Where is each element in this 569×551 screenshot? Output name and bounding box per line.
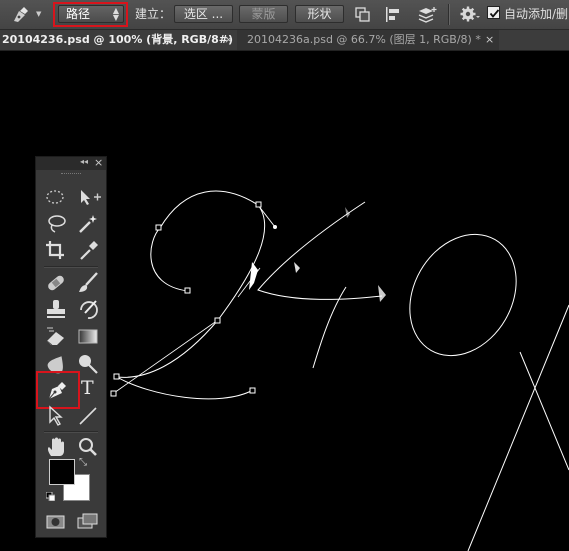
path-operations-icon[interactable]: [354, 6, 372, 23]
path-digit-1: [467, 304, 569, 551]
close-icon[interactable]: ×: [485, 30, 494, 50]
close-icon[interactable]: ×: [94, 156, 103, 169]
magic-wand-icon[interactable]: [75, 211, 103, 237]
tool-preset-arrow-icon[interactable]: ▼: [36, 10, 41, 18]
line-tool-icon[interactable]: [75, 403, 103, 429]
gradient-icon[interactable]: [75, 324, 103, 350]
hand-tool-icon[interactable]: [43, 435, 71, 461]
shape-button[interactable]: 形状: [295, 5, 344, 23]
brush-icon[interactable]: [75, 270, 103, 296]
auto-add-delete-label: 自动添加/删: [504, 7, 569, 21]
grip-icon[interactable]: [61, 173, 81, 176]
type-tool-glyph: T: [81, 377, 94, 399]
tab-20104236a: 20104236a.psd @ 66.7% (图层 1, RGB/8) *: [247, 33, 481, 46]
clone-stamp-icon[interactable]: [43, 297, 71, 323]
brush-fragment: [294, 262, 300, 273]
path-anchor: [155, 224, 162, 231]
path-anchor: [214, 317, 221, 324]
tab-20104236[interactable]: 20104236.psd @ 100% (背景, RGB/8#) *: [2, 30, 243, 50]
foreground-color-swatch[interactable]: [49, 459, 75, 485]
mode-select-highlight: [53, 2, 128, 27]
path-anchor: [249, 387, 256, 394]
double-chevron-left-icon[interactable]: ◂◂: [80, 157, 88, 166]
path-digit-0: [409, 233, 517, 357]
close-icon[interactable]: ×: [224, 30, 233, 50]
quick-mask-icon[interactable]: [43, 509, 71, 535]
path-digit-4: [257, 201, 383, 300]
options-separator: [448, 4, 450, 25]
path-anchor: [110, 390, 117, 397]
path-digit-1: [519, 351, 569, 471]
tools-panel-header[interactable]: ◂◂ ×: [36, 156, 106, 170]
swap-colors-icon[interactable]: ⤡: [79, 457, 87, 468]
document-tabs: 20104236.psd @ 100% (背景, RGB/8#) * × 201…: [0, 30, 569, 51]
elliptical-marquee-icon[interactable]: [43, 184, 71, 210]
type-tool-icon[interactable]: T: [75, 377, 103, 404]
history-brush-icon[interactable]: [75, 297, 103, 323]
path-arrangement-icon[interactable]: [416, 5, 438, 24]
tools-panel: ◂◂ × T ⤡: [35, 156, 107, 538]
path-tail: [116, 376, 254, 400]
path-selection-icon[interactable]: [43, 403, 71, 429]
path-alignment-icon[interactable]: [384, 6, 402, 23]
crop-icon[interactable]: [43, 238, 71, 264]
selection-button[interactable]: 选区 ...: [174, 5, 233, 23]
make-label: 建立：: [135, 7, 172, 21]
path-anchor: [184, 287, 191, 294]
brush-fragment: [249, 262, 258, 290]
eyedropper-icon[interactable]: [75, 238, 103, 264]
tab-20104236a-bg[interactable]: 20104236a.psd @ 66.7% (图层 1, RGB/8) *: [237, 30, 499, 50]
path-anchor: [255, 201, 262, 208]
gear-icon[interactable]: [458, 5, 480, 24]
options-bar: ▼ 路径 ▲ ▼ 建立： 选区 ... 蒙版 形状 自动添加/删: [0, 0, 569, 30]
default-colors-icon[interactable]: [45, 490, 56, 502]
path-handle: [257, 204, 276, 228]
screen-mode-icon[interactable]: [75, 509, 103, 535]
lasso-icon[interactable]: [43, 211, 71, 237]
path-anchor: [113, 373, 120, 380]
brush-fragment: [378, 285, 386, 302]
mask-button[interactable]: 蒙版: [239, 5, 288, 23]
move-tool-icon[interactable]: [75, 184, 103, 210]
eraser-icon[interactable]: [43, 324, 71, 350]
path-handle: [113, 319, 219, 394]
path-digit-2: [116, 190, 266, 378]
auto-add-delete-checkbox[interactable]: [487, 6, 500, 19]
pen-tool-icon[interactable]: [10, 5, 32, 24]
path-handle-point: [273, 225, 277, 229]
healing-brush-icon[interactable]: [43, 270, 71, 296]
tools-divider: [44, 431, 98, 433]
tools-divider: [44, 266, 98, 268]
